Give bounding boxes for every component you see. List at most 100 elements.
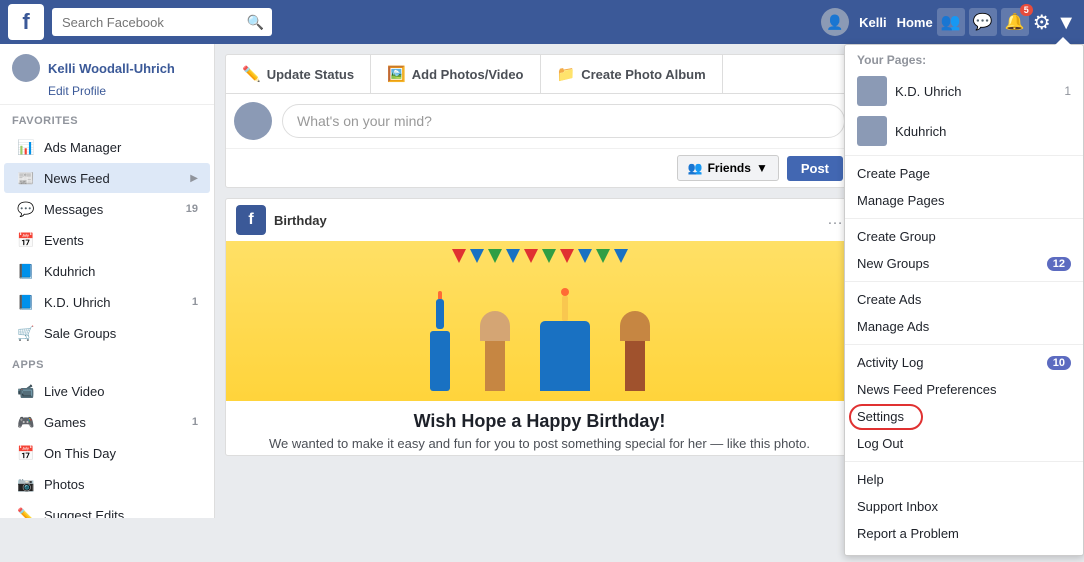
sidebar-item-label: Ads Manager bbox=[44, 140, 121, 155]
chevron-right-icon: ▶ bbox=[190, 173, 198, 184]
user-avatar: 👤 bbox=[821, 8, 849, 36]
sidebar-item-label: Photos bbox=[44, 477, 84, 492]
update-status-label: Update Status bbox=[267, 67, 354, 82]
messages-count: 19 bbox=[186, 203, 198, 215]
add-photos-btn[interactable]: 🖼️ Add Photos/Video bbox=[371, 55, 540, 93]
post-button[interactable]: Post bbox=[787, 156, 843, 181]
divider bbox=[845, 461, 1083, 462]
photos-icon: 🖼️ bbox=[387, 65, 406, 83]
dropdown-page-kduhrich[interactable]: Kduhrich bbox=[845, 111, 1083, 151]
friends-icon: 👥 bbox=[688, 161, 703, 175]
chevron-down-icon: ⚙ ▼ bbox=[1033, 10, 1076, 35]
update-status-btn[interactable]: ✏️ Update Status bbox=[226, 55, 371, 93]
notifications-icon: 🔔 bbox=[1005, 12, 1025, 32]
friends-btn-label: Friends bbox=[708, 161, 751, 175]
post-placeholder[interactable]: What's on your mind? bbox=[282, 104, 845, 138]
new-groups-badge: 12 bbox=[1047, 257, 1071, 271]
sale-groups-icon: 🛒 bbox=[16, 323, 36, 343]
apps-label: APPS bbox=[0, 349, 214, 375]
divider bbox=[845, 218, 1083, 219]
sidebar-item-label: Sale Groups bbox=[44, 326, 116, 341]
activity-log-badge: 10 bbox=[1047, 356, 1071, 370]
search-bar: 🔍 bbox=[52, 8, 272, 36]
kduhrich-icon: 📘 bbox=[16, 261, 36, 281]
sidebar-item-news-feed[interactable]: 📰 News Feed ▶ bbox=[4, 163, 210, 193]
sidebar-item-games[interactable]: 🎮 Games 1 bbox=[4, 407, 210, 437]
sidebar-item-messages[interactable]: 💬 Messages 19 bbox=[4, 194, 210, 224]
create-ads-item[interactable]: Create Ads bbox=[845, 286, 1083, 313]
birthday-text-area: Wish Hope a Happy Birthday! We wanted to… bbox=[226, 401, 853, 455]
sidebar-item-label: Kduhrich bbox=[44, 264, 95, 279]
post-bottom-bar: 👥 Friends ▼ Post bbox=[226, 148, 853, 187]
sidebar-item-on-this-day[interactable]: 📅 On This Day bbox=[4, 438, 210, 468]
sidebar-item-label: K.D. Uhrich bbox=[44, 295, 110, 310]
divider bbox=[845, 281, 1083, 282]
notification-badge: 5 bbox=[1020, 4, 1033, 16]
sidebar-item-ads-manager[interactable]: 📊 Ads Manager bbox=[4, 132, 210, 162]
post-input-row: What's on your mind? bbox=[226, 94, 853, 148]
birthday-scene bbox=[226, 241, 853, 401]
support-inbox-item[interactable]: Support Inbox bbox=[845, 493, 1083, 520]
on-this-day-icon: 📅 bbox=[16, 443, 36, 463]
search-input[interactable] bbox=[52, 8, 272, 36]
birthday-card: f Birthday … bbox=[225, 198, 854, 456]
logout-item[interactable]: Log Out bbox=[845, 430, 1083, 457]
birthday-title: Wish Hope a Happy Birthday! bbox=[242, 411, 837, 432]
manage-ads-item[interactable]: Manage Ads bbox=[845, 313, 1083, 340]
sidebar-item-live-video[interactable]: 📹 Live Video bbox=[4, 376, 210, 406]
messages-icon-btn[interactable]: 💬 bbox=[969, 8, 997, 36]
sidebar-item-kduhrich[interactable]: 📘 Kduhrich bbox=[4, 256, 210, 286]
friends-icon-btn[interactable]: 👥 bbox=[937, 8, 965, 36]
sidebar-item-label: Events bbox=[44, 233, 84, 248]
create-page-item[interactable]: Create Page bbox=[845, 160, 1083, 187]
sidebar-item-events[interactable]: 📅 Events bbox=[4, 225, 210, 255]
suggest-edits-icon: ✏️ bbox=[16, 505, 36, 518]
friends-selector-btn[interactable]: 👥 Friends ▼ bbox=[677, 155, 779, 181]
main-content: ✏️ Update Status 🖼️ Add Photos/Video 📁 C… bbox=[215, 44, 864, 518]
notifications-icon-btn[interactable]: 🔔 5 bbox=[1001, 8, 1029, 36]
create-group-item[interactable]: Create Group bbox=[845, 223, 1083, 250]
kd-uhrich-count: 1 bbox=[192, 296, 198, 308]
left-sidebar: Kelli Woodall-Uhrich Edit Profile FAVORI… bbox=[0, 44, 215, 518]
new-groups-item[interactable]: New Groups 12 bbox=[845, 250, 1083, 277]
help-item[interactable]: Help bbox=[845, 466, 1083, 493]
facebook-birthday-icon: f bbox=[236, 205, 266, 235]
dropdown-page-name: K.D. Uhrich bbox=[895, 84, 1056, 99]
dropdown-pages-title: Your Pages: bbox=[845, 45, 1083, 71]
ads-manager-icon: 📊 bbox=[16, 137, 36, 157]
sidebar-item-label: News Feed bbox=[44, 171, 110, 186]
birthday-banner bbox=[226, 249, 853, 263]
sidebar-item-label: Messages bbox=[44, 202, 103, 217]
sidebar-item-sale-groups[interactable]: 🛒 Sale Groups bbox=[4, 318, 210, 348]
dropdown-page-kd-uhrich[interactable]: K.D. Uhrich 1 bbox=[845, 71, 1083, 111]
user-name[interactable]: Kelli bbox=[859, 15, 886, 30]
sidebar-item-photos[interactable]: 📷 Photos bbox=[4, 469, 210, 499]
friends-icon: 👥 bbox=[941, 12, 961, 32]
home-link[interactable]: Home bbox=[897, 15, 933, 30]
manage-pages-item[interactable]: Manage Pages bbox=[845, 187, 1083, 214]
settings-item[interactable]: Settings bbox=[845, 403, 1083, 430]
sidebar-item-label: Live Video bbox=[44, 384, 104, 399]
sidebar-item-kd-uhrich[interactable]: 📘 K.D. Uhrich 1 bbox=[4, 287, 210, 317]
sidebar-user-name[interactable]: Kelli Woodall-Uhrich bbox=[48, 61, 175, 76]
birthday-card-header: f Birthday … bbox=[226, 199, 853, 241]
birthday-header-text: Birthday bbox=[274, 213, 327, 228]
photos-icon: 📷 bbox=[16, 474, 36, 494]
live-video-icon: 📹 bbox=[16, 381, 36, 401]
birthday-image bbox=[226, 241, 853, 401]
activity-log-item[interactable]: Activity Log 10 bbox=[845, 349, 1083, 376]
create-album-btn[interactable]: 📁 Create Photo Album bbox=[541, 55, 723, 93]
activity-log-label: Activity Log bbox=[857, 355, 923, 370]
account-dropdown-btn[interactable]: ⚙ ▼ bbox=[1033, 10, 1076, 35]
more-options-icon[interactable]: … bbox=[827, 211, 843, 229]
kd-uhrich-icon: 📘 bbox=[16, 292, 36, 312]
top-navigation: f 🔍 👤 Kelli Home 👥 💬 🔔 5 ⚙ ▼ bbox=[0, 0, 1084, 44]
sidebar-item-suggest-edits[interactable]: ✏️ Suggest Edits bbox=[4, 500, 210, 518]
sidebar-item-label: Games bbox=[44, 415, 86, 430]
favorites-label: FAVORITES bbox=[0, 105, 214, 131]
news-feed-preferences-item[interactable]: News Feed Preferences bbox=[845, 376, 1083, 403]
create-album-label: Create Photo Album bbox=[581, 67, 705, 82]
facebook-logo: f bbox=[8, 4, 44, 40]
add-photos-label: Add Photos/Video bbox=[412, 67, 524, 82]
edit-profile-link[interactable]: Edit Profile bbox=[12, 84, 202, 98]
